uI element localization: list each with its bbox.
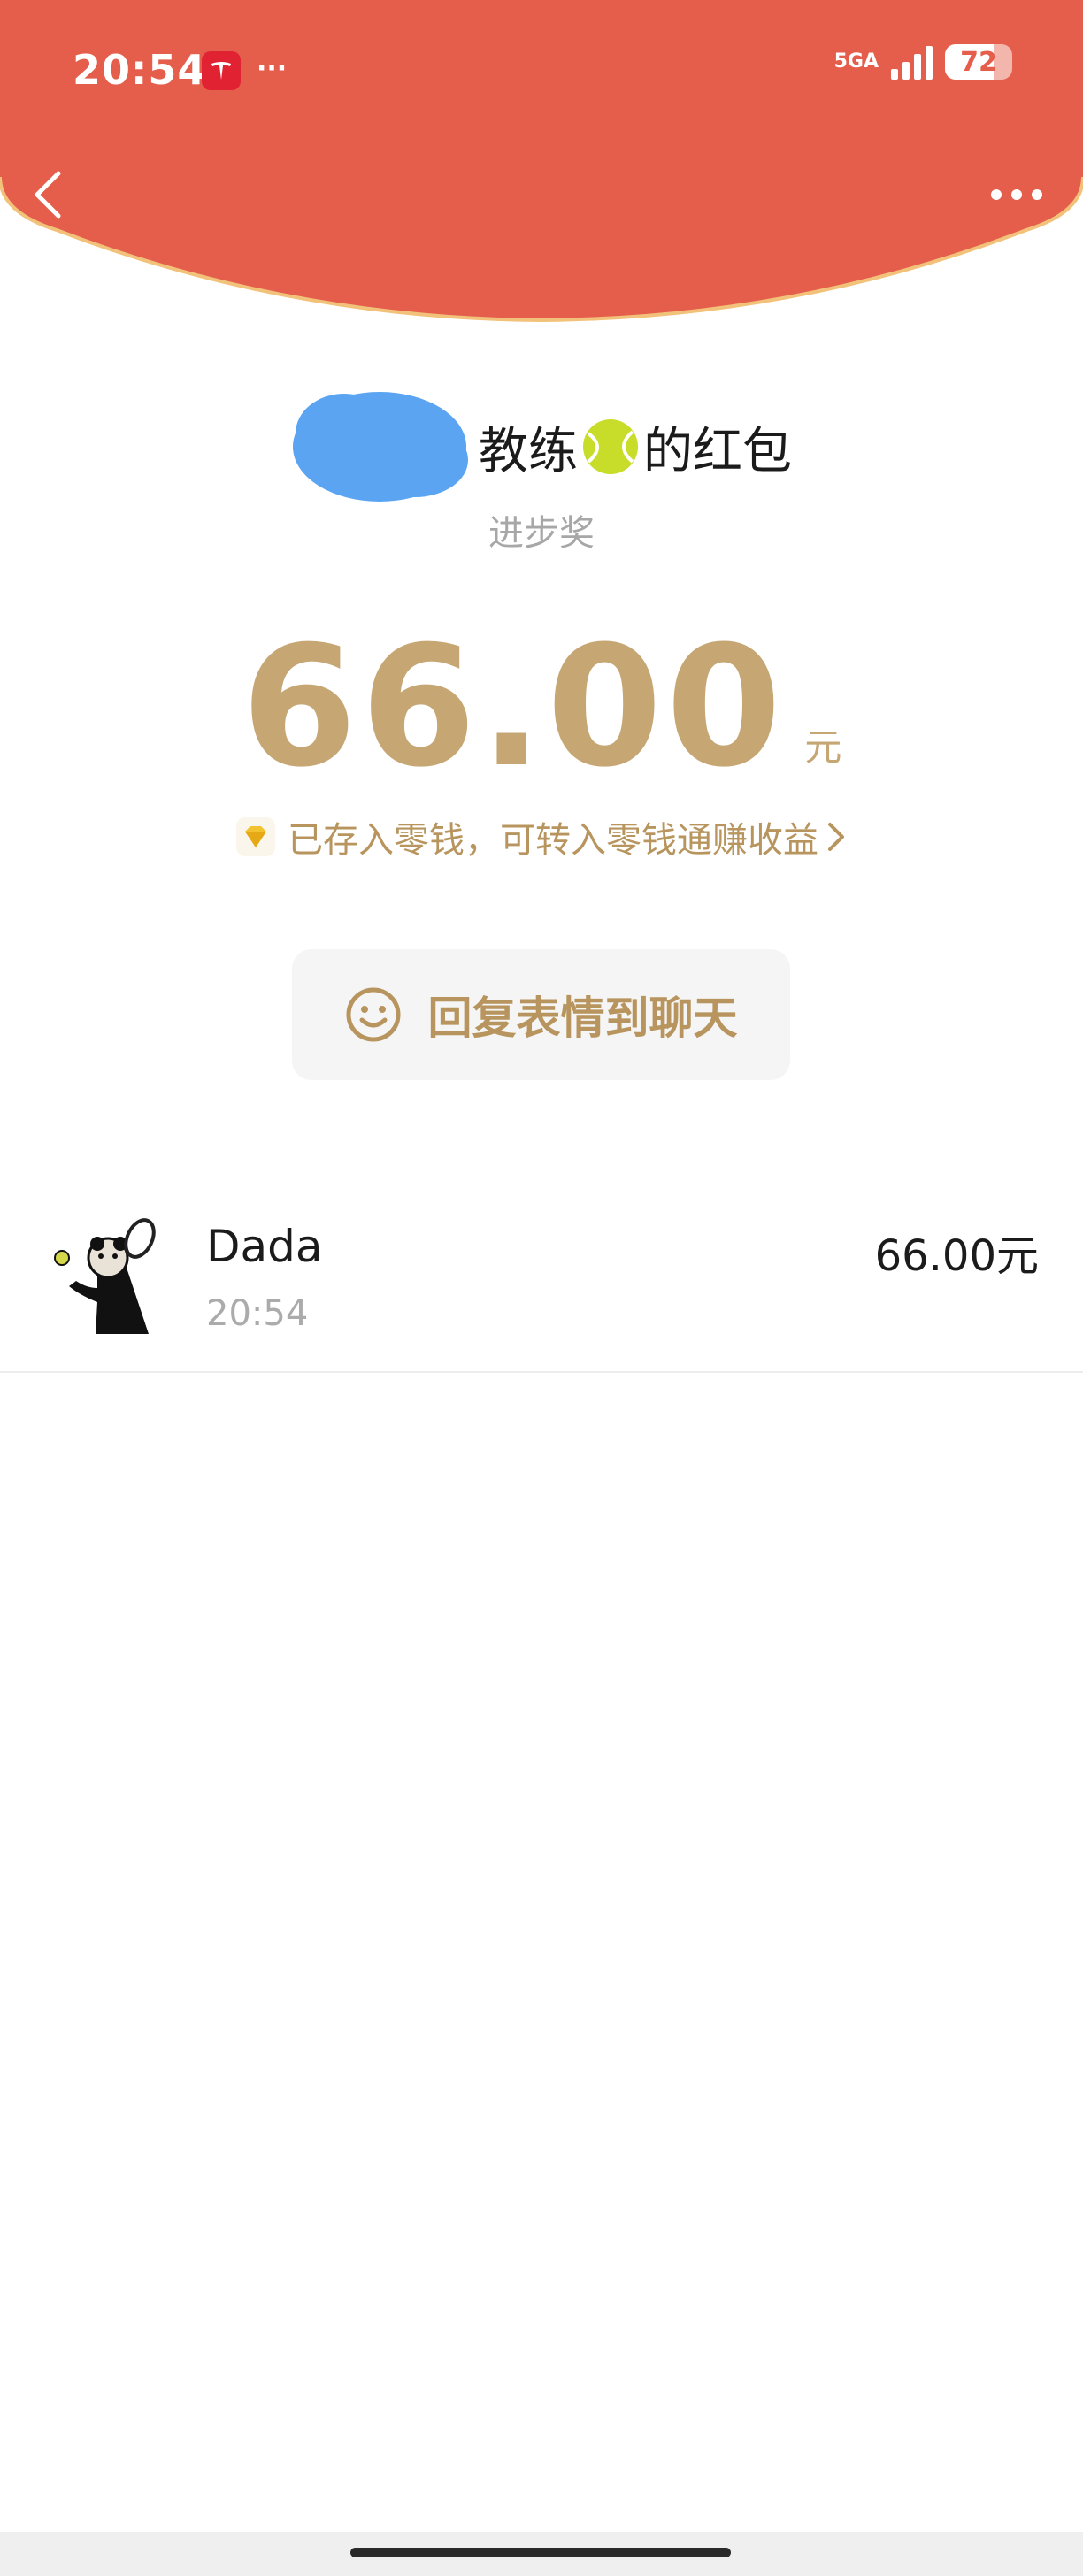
amount-currency: 元: [804, 725, 842, 769]
status-right: 5GA 72: [834, 44, 1012, 80]
receiver-list-item: Dada 20:54 66.00元: [0, 1194, 1083, 1373]
envelope-subtitle: 进步奖: [488, 513, 595, 554]
smile-icon: [346, 987, 400, 1042]
reply-label: 回复表情到聊天: [427, 993, 738, 1044]
tennis-ball-icon: [583, 419, 638, 474]
wallet-note-text: 已存入零钱，可转入零钱通赚收益: [288, 820, 818, 861]
home-indicator[interactable]: [350, 2548, 731, 2557]
wallet-note-link[interactable]: 已存入零钱，可转入零钱通赚收益: [0, 809, 1083, 864]
receiver-avatar: [44, 1214, 165, 1334]
receiver-amount: 66.00元: [874, 1231, 1039, 1281]
receiver-name: Dada: [206, 1221, 323, 1272]
status-time: 20:54: [73, 46, 207, 94]
amount-value: 66.00: [241, 610, 786, 804]
diamond-icon: [236, 817, 275, 856]
receiver-time: 20:54: [206, 1293, 309, 1334]
battery-icon: 72: [945, 44, 1012, 80]
more-horizontal-icon: [991, 189, 1042, 200]
status-more-dots: ···: [257, 53, 288, 84]
tesla-app-icon: [202, 51, 241, 90]
signal-icon: [891, 44, 933, 80]
sender-row: 教练 的红包: [0, 385, 1083, 509]
redacted-sender-name: [291, 385, 477, 509]
reply-emoji-button[interactable]: 回复表情到聊天: [292, 949, 790, 1080]
more-button[interactable]: [986, 181, 1048, 208]
chevron-right-icon: [828, 823, 844, 851]
network-label: 5GA: [833, 50, 879, 73]
chevron-left-icon: [35, 171, 61, 218]
battery-level: 72: [960, 46, 997, 78]
sender-suffix: 教练: [479, 422, 578, 480]
back-button[interactable]: [27, 168, 71, 221]
title-tail: 的红包: [643, 422, 792, 480]
envelope-title: 教练 的红包: [479, 411, 792, 483]
amount-row: 66.00 元: [0, 619, 1083, 796]
